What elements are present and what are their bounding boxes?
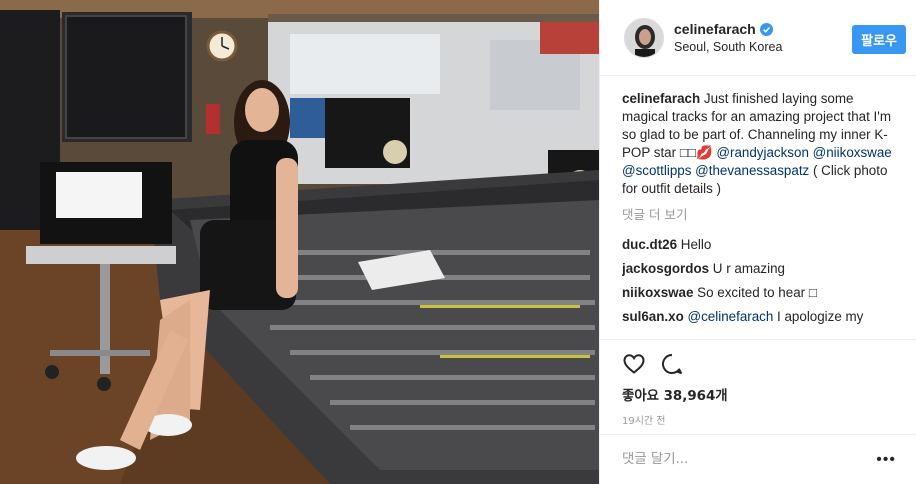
comment-item: sul6an.xo @celinefarach I apologize my: [622, 308, 896, 326]
comment-text: Hello: [677, 237, 712, 252]
avatar[interactable]: [624, 17, 664, 58]
add-comment-bar: •••: [600, 434, 916, 484]
post-actions: [600, 340, 916, 376]
verified-badge-icon: [759, 22, 773, 36]
comment-username[interactable]: sul6an.xo: [622, 309, 684, 324]
mention-link[interactable]: @scottlipps: [622, 163, 691, 178]
comment-bubble-icon[interactable]: [660, 352, 684, 376]
post-caption: celinefarach Just finished laying some m…: [622, 90, 896, 198]
comment-text: So excited to hear □: [693, 285, 817, 300]
comment-item: niikoxswae So excited to hear □: [622, 284, 896, 302]
post-sidebar: celinefarach Seoul, South Korea 팔로우 celi…: [599, 0, 916, 484]
post-photo[interactable]: [0, 0, 599, 484]
caption-emoji: □□💋: [679, 145, 713, 160]
comment-input[interactable]: [622, 452, 877, 467]
post-header: celinefarach Seoul, South Korea 팔로우: [600, 0, 916, 76]
comment-username[interactable]: jackosgordos: [622, 261, 709, 276]
mention-link[interactable]: @niikoxswae: [813, 145, 892, 160]
avatar-image: [625, 18, 663, 57]
comment-item: duc.dt26 Hello: [622, 236, 896, 254]
comment-text: U r amazing: [709, 261, 785, 276]
instagram-post: celinefarach Seoul, South Korea 팔로우 celi…: [0, 0, 916, 484]
load-more-comments-button[interactable]: 댓글 더 보기: [622, 206, 896, 224]
comment-text: I apologize my: [773, 309, 864, 324]
comments-section: celinefarach Just finished laying some m…: [600, 76, 916, 340]
more-options-icon[interactable]: •••: [876, 451, 896, 467]
comment-username[interactable]: duc.dt26: [622, 237, 677, 252]
mention-link[interactable]: @thevanessaspatz: [695, 163, 809, 178]
comment-item: jackosgordos U r amazing: [622, 260, 896, 278]
heart-icon[interactable]: [622, 352, 646, 376]
mention-link[interactable]: @celinefarach: [688, 309, 774, 324]
caption-username[interactable]: celinefarach: [622, 91, 700, 106]
post-timestamp: 19시간 전: [622, 416, 666, 427]
studio-photo-illustration: [0, 0, 599, 484]
comment-username[interactable]: niikoxswae: [622, 285, 693, 300]
mention-link[interactable]: @randyjackson: [716, 145, 809, 160]
follow-button[interactable]: 팔로우: [852, 25, 906, 54]
username-link[interactable]: celinefarach: [674, 21, 756, 37]
likes-count[interactable]: 좋아요 38,964개: [600, 376, 916, 404]
